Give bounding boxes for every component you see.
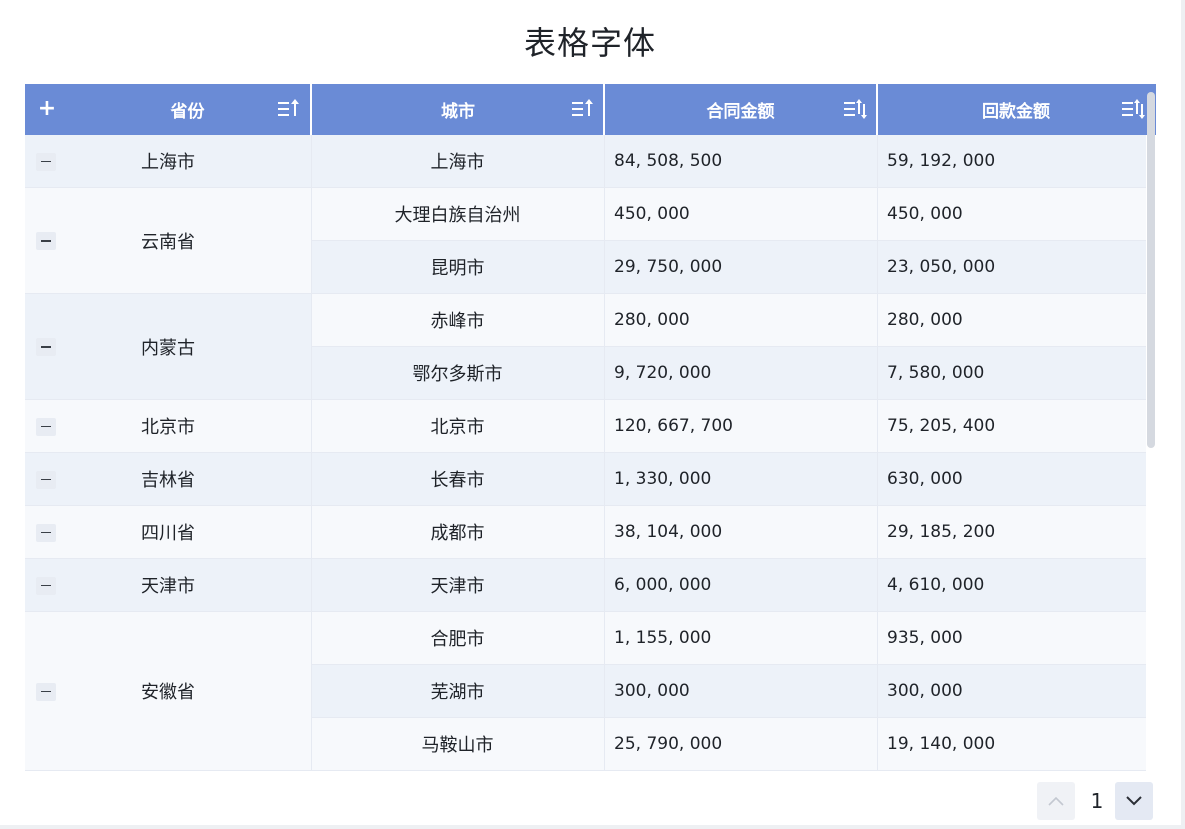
scrollbar-thumb[interactable]: [1147, 92, 1155, 448]
prev-page-button[interactable]: [1037, 782, 1075, 820]
payback-cell: 75, 205, 400: [877, 400, 1146, 453]
payback-cell: 23, 050, 000: [877, 241, 1146, 294]
contract-cell: 1, 330, 000: [604, 453, 877, 506]
contract-cell: 25, 790, 000: [604, 718, 877, 771]
contract-cell: 9, 720, 000: [604, 347, 877, 400]
payback-cell: 7, 580, 000: [877, 347, 1146, 400]
province-cell: 云南省: [25, 188, 311, 294]
province-cell: 四川省: [25, 506, 311, 559]
payback-cell: 300, 000: [877, 665, 1146, 718]
current-page: 1: [1090, 789, 1104, 813]
contract-cell: 84, 508, 500: [604, 135, 877, 188]
plus-icon[interactable]: +: [37, 96, 57, 121]
contract-cell: 280, 000: [604, 294, 877, 347]
minus-icon[interactable]: [36, 523, 56, 542]
contract-cell: 1, 155, 000: [604, 612, 877, 665]
minus-icon[interactable]: [36, 232, 56, 250]
table-header: + 省份 城市 合同金额 回款金额: [25, 84, 1156, 135]
contract-cell: 120, 667, 700: [604, 400, 877, 453]
column-header-contract[interactable]: 合同金额: [605, 84, 876, 135]
payback-cell: 280, 000: [877, 294, 1146, 347]
minus-icon[interactable]: [36, 682, 56, 701]
page-edge: [0, 825, 1185, 829]
payback-cell: 19, 140, 000: [877, 718, 1146, 771]
contract-cell: 38, 104, 000: [604, 506, 877, 559]
column-header-city[interactable]: 城市: [312, 84, 604, 135]
province-cell: 北京市: [25, 400, 311, 453]
contract-cell: 6, 000, 000: [604, 559, 877, 612]
payback-cell: 450, 000: [877, 188, 1146, 241]
column-divider: [877, 135, 878, 771]
city-cell: 成都市: [311, 506, 604, 559]
sort-both-icon[interactable]: [1121, 98, 1145, 120]
city-cell: 马鞍山市: [311, 718, 604, 771]
minus-icon[interactable]: [36, 417, 56, 436]
minus-icon[interactable]: [36, 576, 56, 595]
contract-cell: 29, 750, 000: [604, 241, 877, 294]
province-cell: 安徽省: [25, 612, 311, 771]
city-cell: 长春市: [311, 453, 604, 506]
payback-cell: 935, 000: [877, 612, 1146, 665]
chevron-up-icon: [1048, 796, 1064, 806]
province-cell: 吉林省: [25, 453, 311, 506]
minus-icon[interactable]: [36, 338, 56, 356]
sort-ascending-icon[interactable]: [277, 98, 301, 120]
next-page-button[interactable]: [1115, 782, 1153, 820]
province-cell: 上海市: [25, 135, 311, 188]
contract-cell: 450, 000: [604, 188, 877, 241]
province-cell: 天津市: [25, 559, 311, 612]
data-table: + 省份 城市 合同金额 回款金额 上海市 上海市 84, 508, 500 59, …: [25, 84, 1156, 776]
sort-ascending-icon[interactable]: [571, 98, 595, 120]
payback-cell: 4, 610, 000: [877, 559, 1146, 612]
payback-cell: 59, 192, 000: [877, 135, 1146, 188]
city-cell: 天津市: [311, 559, 604, 612]
page-title: 表格字体: [523, 24, 656, 62]
table-body: 上海市 上海市 84, 508, 500 59, 192, 000 云南省 大理白族自治州…: [25, 135, 1156, 776]
city-cell: 芜湖市: [311, 665, 604, 718]
column-header-payback[interactable]: 回款金额: [878, 84, 1154, 135]
column-divider: [311, 135, 312, 771]
payback-cell: 29, 185, 200: [877, 506, 1146, 559]
minus-icon[interactable]: [36, 152, 56, 171]
city-cell: 合肥市: [311, 612, 604, 665]
city-cell: 鄂尔多斯市: [311, 347, 604, 400]
city-cell: 昆明市: [311, 241, 604, 294]
column-divider: [604, 135, 605, 771]
city-cell: 大理白族自治州: [311, 188, 604, 241]
sort-both-icon[interactable]: [843, 98, 867, 120]
contract-cell: 300, 000: [604, 665, 877, 718]
chevron-down-icon: [1126, 796, 1142, 806]
city-cell: 赤峰市: [311, 294, 604, 347]
province-cell: 内蒙古: [25, 294, 311, 400]
page-edge: [1181, 0, 1185, 829]
minus-icon[interactable]: [36, 470, 56, 489]
payback-cell: 630, 000: [877, 453, 1146, 506]
city-cell: 北京市: [311, 400, 604, 453]
city-cell: 上海市: [311, 135, 604, 188]
column-header-province[interactable]: 省份: [65, 84, 310, 135]
